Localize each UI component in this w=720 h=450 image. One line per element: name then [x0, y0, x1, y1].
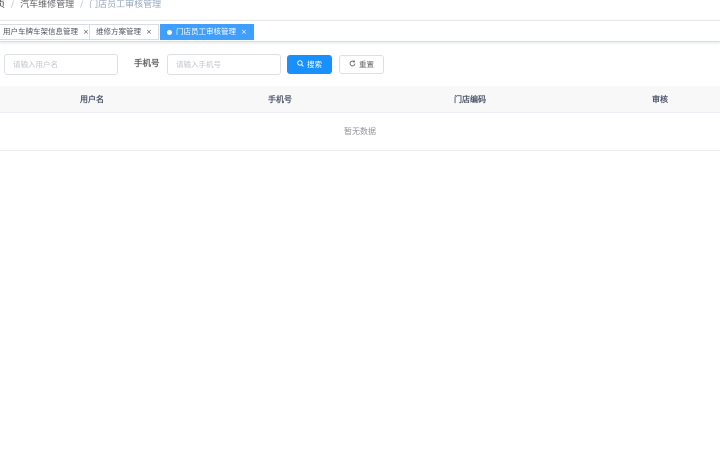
breadcrumb-separator: /	[11, 0, 15, 10]
search-form: 手机号 搜索 重置	[0, 54, 720, 76]
app-root: 页 / 汽车维修管理 / 门店员工审核管理 用户车牌车架信息管理 × 维修方案管…	[0, 0, 720, 450]
breadcrumb-home[interactable]: 页	[0, 0, 5, 10]
column-header-phone[interactable]: 手机号	[238, 86, 322, 113]
refresh-icon	[349, 60, 356, 69]
username-input[interactable]	[4, 54, 118, 75]
breadcrumb-item-current: 门店员工审核管理	[89, 0, 162, 10]
active-dot-icon	[167, 29, 172, 35]
breadcrumb: 页 / 汽车维修管理 / 门店员工审核管理	[0, 0, 720, 20]
tag-close-icon[interactable]: ×	[241, 25, 247, 39]
tag-close-icon[interactable]: ×	[146, 25, 152, 39]
search-button-label: 搜索	[307, 60, 322, 69]
phone-input[interactable]	[167, 54, 281, 75]
tag-close-icon[interactable]: ×	[83, 25, 89, 39]
reset-button-label: 重置	[359, 60, 374, 69]
column-header-username[interactable]: 用户名	[50, 86, 134, 113]
tag-repair-plan[interactable]: 维修方案管理 ×	[89, 24, 159, 40]
tag-vehicle-info[interactable]: 用户车牌车架信息管理 ×	[0, 24, 96, 40]
search-button[interactable]: 搜索	[287, 55, 332, 74]
column-header-store-code[interactable]: 门店编码	[428, 86, 512, 113]
tag-label: 维修方案管理	[96, 27, 141, 36]
breadcrumb-item-car-repair[interactable]: 汽车维修管理	[20, 0, 74, 10]
table-empty-state: 暂无数据	[0, 113, 720, 151]
tags-view-bar: 用户车牌车架信息管理 × 维修方案管理 × 门店员工审核管理 ×	[0, 20, 720, 42]
tag-label: 用户车牌车架信息管理	[3, 27, 78, 36]
tag-label: 门店员工审核管理	[176, 27, 236, 36]
column-header-review[interactable]: 审核	[618, 86, 702, 113]
breadcrumb-separator: /	[80, 0, 84, 10]
phone-label: 手机号	[134, 59, 160, 69]
search-icon	[297, 60, 304, 69]
tag-staff-review[interactable]: 门店员工审核管理 ×	[160, 24, 254, 40]
reset-button[interactable]: 重置	[339, 55, 384, 74]
